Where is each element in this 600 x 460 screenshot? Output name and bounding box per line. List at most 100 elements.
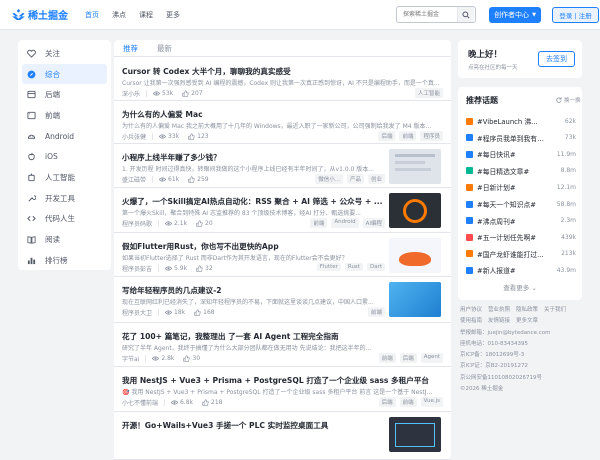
like-count[interactable]: 259 [188,176,209,183]
article-tag[interactable]: 前端 [310,218,328,228]
article-title[interactable]: 花了 100+ 篇笔记，我整理出 了一套 AI Agent 工程完全指南 [122,331,442,342]
footer-link[interactable]: ©2026 稀土掘金 [460,386,503,392]
article-item[interactable]: 我用 NestJS + Vue3 + Prisma + PostgreSQL 打… [114,367,451,412]
topic-item[interactable]: #沸点周刊# 2.3m [466,214,576,228]
article-item[interactable]: Cursor 转 Codex 大半个月，聊聊我的真实感受 Cursor 让我第一次… [114,58,451,101]
article-author[interactable]: 程序员码歌 [122,219,152,228]
sidebar-item-ai[interactable]: 人工智能 [22,167,107,188]
footer-link[interactable]: 更多文章 [516,318,538,324]
article-author[interactable]: 程序员彭吉 [122,264,152,273]
sidebar-item-ranking[interactable]: 排行榜 [22,250,107,271]
sidebar-item-backend[interactable]: 后端 [22,84,107,105]
sidebar-item-following[interactable]: 关注 [22,43,107,64]
article-tag[interactable]: 创业 [367,174,385,184]
article-title[interactable]: 开源！Go+Wails+Vue3 手搓一个 PLC 实时监控桌面工具 [122,420,384,431]
tab-recommended[interactable]: 推荐 [123,43,138,54]
article-tag[interactable]: 后端 [378,131,396,141]
logo[interactable]: 稀土掘金 [12,7,70,22]
like-count[interactable]: 218 [202,399,223,406]
topic-item[interactable]: #五一计划任先啊# 439k [466,230,576,244]
article-author[interactable]: 字节ai [122,354,139,363]
article-tag[interactable]: 前端 [399,131,417,141]
sidebar-item-ios[interactable]: iOS [22,146,107,167]
article-item[interactable]: 花了 100+ 篇笔记，我整理出 了一套 AI Agent 工程完全指南 研究了半… [114,323,451,367]
article-tag[interactable]: 前端 [367,307,385,317]
article-item[interactable]: 假如Flutter用Rust，你也写不出更快的App 如果当初Flutter选择了… [114,233,451,277]
article-title[interactable]: 我用 NestJS + Vue3 + Prisma + PostgreSQL 打… [122,375,442,386]
article-author[interactable]: 深小乐 [122,89,140,98]
article-tag[interactable]: 后端 [378,397,396,407]
footer-link[interactable]: 隐私政策 [516,307,538,313]
topic-item[interactable]: #VibeLaunch 沸... 62k [466,114,576,128]
topic-item[interactable]: #程序员我单到我有多... 73k [466,131,576,145]
article-title[interactable]: 写给年轻程序员的几点建议-2 [122,285,384,296]
tab-latest[interactable]: 最新 [157,43,172,54]
article-tag[interactable]: 前端 [378,353,396,363]
search-input[interactable] [397,7,457,22]
signin-button[interactable]: 去签到 [538,51,575,67]
nav-more[interactable]: 更多 [166,10,180,20]
footer-link[interactable]: 京公网安备11010802026719号 [460,375,542,381]
footer-link[interactable]: 举报邮箱：juejin@bytedance.com [460,330,550,336]
article-title[interactable]: 小程序上线半年赚了多少钱？ [122,152,384,163]
footer-link[interactable]: 用户协议 [460,307,482,313]
article-item[interactable]: 小程序上线半年赚了多少钱？ 1. 开发历程 时间过得真快，转眼间我做的这个小程序上… [114,144,451,188]
article-tag[interactable]: AI编程 [362,218,385,228]
article-item[interactable]: 火爆了，一个Skill搞定AI热点自动化：RSS 聚合 + AI 筛选 + 公众… [114,188,451,233]
article-tag[interactable]: Dart [366,263,385,271]
nav-home[interactable]: 首页 [85,10,99,20]
topic-item[interactable]: #每日精选文章# 8.8m [466,164,576,178]
article-tag[interactable]: 人工智能 [414,88,443,98]
article-tag[interactable]: Rust [344,263,363,271]
article-item[interactable]: 开源！Go+Wails+Vue3 手搓一个 PLC 实时监控桌面工具 [114,412,451,460]
article-tag[interactable]: Agent [420,353,443,363]
article-item[interactable]: 写给年轻程序员的几点建议-2 现在互联网红利已经消失了，深知年轻程序员的不易，下面… [114,277,451,323]
refresh-button[interactable]: 换一换 [556,96,581,104]
sidebar-item-android[interactable]: Android [22,126,107,147]
topic-item[interactable]: #每日快讯# 11.9m [466,147,576,161]
article-tag[interactable]: 程序员 [420,131,443,141]
article-thumbnail[interactable] [389,193,441,228]
article-thumbnail[interactable] [389,149,441,184]
topic-item[interactable]: #新人报道# 43.9m [466,263,576,277]
sidebar-item-reading[interactable]: 阅读 [22,229,107,250]
sidebar-item-frontend[interactable]: 前端 [22,105,107,126]
article-title[interactable]: Cursor 转 Codex 大半个月，聊聊我的真实感受 [122,66,442,77]
like-count[interactable]: 30 [183,355,200,362]
sidebar-item-devtools[interactable]: 开发工具 [22,188,107,209]
footer-link[interactable]: 友情链接 [488,318,510,324]
footer-link[interactable]: 使用指南 [460,318,482,324]
article-thumbnail[interactable] [389,417,441,452]
login-button[interactable]: 登录 | 注册 [552,7,599,23]
view-more-link[interactable]: 查看更多 ⌄ [458,282,582,292]
topic-item[interactable]: #每天一个知识点# 58.8m [466,197,576,211]
article-tag[interactable]: 后端 [399,353,417,363]
search-button[interactable] [457,7,474,22]
footer-link[interactable]: 京ICP备：18012699号-3 [460,352,524,358]
article-author[interactable]: 小七不懂前端 [122,398,158,407]
like-count[interactable]: 207 [182,90,203,97]
article-item[interactable]: 为什么有的人偏爱 Mac 为什么有的人偏爱 Mac 我之前大概用了十几年的 Win… [114,101,451,144]
footer-link[interactable]: 座机电话：010-83434395 [460,341,528,347]
article-tag[interactable]: 产品 [346,174,364,184]
sidebar-item-comprehensive[interactable]: 综合 [22,63,107,85]
sidebar-item-code-life[interactable]: 代码人生 [22,209,107,230]
like-count[interactable]: 168 [194,309,215,316]
article-author[interactable]: 小兵张健 [122,132,146,141]
article-tag[interactable]: Vue.js [420,397,443,407]
article-thumbnail[interactable] [389,238,441,273]
footer-link[interactable]: 京ICP证：京B2-20191272 [460,363,528,369]
article-thumbnail[interactable] [389,282,441,317]
topic-item[interactable]: #日新计划# 12.1m [466,180,576,194]
article-tag[interactable]: Flutter [316,263,341,271]
footer-link[interactable]: 关于我们 [544,307,566,313]
article-tag[interactable]: 微信小... [315,174,343,184]
footer-link[interactable]: 营业执照 [488,307,510,313]
article-title[interactable]: 假如Flutter用Rust，你也写不出更快的App [122,241,384,252]
like-count[interactable]: 20 [196,220,213,227]
creator-center-button[interactable]: 创作者中心 ▼ [489,7,541,23]
article-author[interactable]: 盛江磁带 [122,175,146,184]
article-tag[interactable]: Android [331,218,359,228]
article-title[interactable]: 火爆了，一个Skill搞定AI热点自动化：RSS 聚合 + AI 筛选 + 公众… [122,196,384,207]
nav-pins[interactable]: 沸点 [112,10,126,20]
